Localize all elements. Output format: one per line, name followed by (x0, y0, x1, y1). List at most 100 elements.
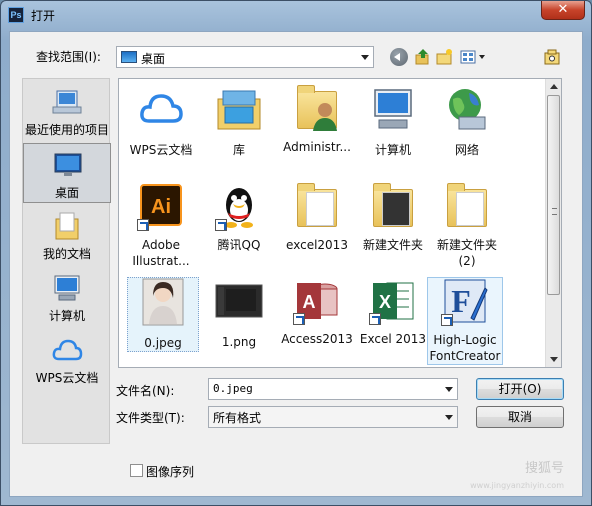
image-sequence-checkbox[interactable] (130, 464, 143, 477)
file-item[interactable]: 计算机 (355, 85, 431, 158)
file-label: 新建文件夹 (362, 238, 423, 252)
file-label: 0.jpeg (144, 336, 182, 350)
file-label: Administr... (283, 140, 351, 154)
place-desktop[interactable]: 桌面 (23, 143, 111, 203)
places-bar: 最近使用的项目 桌面 我的文档 计算机 WPS云文档 (22, 78, 111, 444)
filename-value: 0.jpeg (213, 382, 253, 395)
place-label: 桌面 (54, 186, 79, 200)
place-recent[interactable]: 最近使用的项目 (23, 81, 111, 141)
file-label: 计算机 (374, 143, 411, 157)
desktop-icon (121, 51, 137, 63)
cancel-button[interactable]: 取消 (476, 406, 564, 428)
illustrator-icon: Ai (137, 183, 185, 231)
file-item[interactable]: A Access2013 (279, 277, 355, 347)
file-label: 库 (232, 143, 245, 157)
selection-options-icon[interactable] (543, 48, 561, 66)
svg-text:Ai: Ai (151, 196, 171, 218)
window-title: 打开 (31, 9, 56, 23)
chevron-down-icon (361, 55, 369, 60)
qq-icon (215, 183, 263, 231)
dialog-body: 查找范围(I): 桌面 最近使用的项目 桌面 我的文档 计算机 WPS云文档 W… (9, 31, 583, 497)
file-item[interactable]: X Excel 2013 (355, 277, 431, 347)
scrollbar-thumb[interactable] (547, 95, 560, 295)
folder-icon (443, 183, 491, 231)
fontcreator-icon: F (441, 278, 489, 326)
shortcut-arrow-icon (215, 219, 227, 231)
shortcut-arrow-icon (441, 314, 453, 326)
chevron-down-icon[interactable] (445, 387, 453, 392)
file-label: 新建文件夹 (436, 238, 497, 252)
scroll-up-icon[interactable] (550, 84, 558, 89)
file-label: Excel 2013 (359, 332, 427, 346)
new-folder-icon[interactable] (436, 48, 454, 66)
file-list[interactable]: WPS云文档 库 Administr... 计算机 网络 Ai Adobe Il… (118, 78, 562, 368)
desktop-icon (54, 153, 82, 176)
file-item[interactable]: excel2013 (279, 183, 355, 253)
image-thumbnail-icon (215, 284, 263, 318)
user-folder-icon (293, 85, 341, 133)
place-wps-cloud[interactable]: WPS云文档 (23, 329, 111, 389)
library-icon (217, 90, 261, 130)
file-item-hover[interactable]: F High-Logic FontCreator (427, 277, 503, 365)
vertical-scrollbar[interactable] (545, 79, 561, 367)
file-label: excel2013 (286, 238, 348, 252)
title-bar[interactable]: Ps 打开 ✕ (1, 1, 591, 29)
svg-text:X: X (379, 292, 391, 312)
look-in-combo[interactable]: 桌面 (116, 46, 374, 68)
folder-icon (369, 183, 417, 231)
file-label: High-Logic (433, 333, 497, 347)
filename-input[interactable]: 0.jpeg (208, 378, 458, 400)
svg-text:A: A (303, 292, 316, 312)
photoshop-app-icon: Ps (8, 7, 24, 23)
wps-cloud-icon (52, 339, 83, 361)
file-item[interactable]: Administr... (279, 85, 355, 155)
computer-icon (374, 89, 412, 129)
place-label: 最近使用的项目 (24, 123, 109, 137)
file-label-line2: (2) (458, 254, 476, 268)
file-item[interactable]: 新建文件夹 (355, 183, 431, 253)
file-item[interactable]: 腾讯QQ (201, 183, 277, 253)
place-computer[interactable]: 计算机 (23, 267, 111, 327)
chevron-down-icon[interactable] (445, 415, 453, 420)
documents-icon (55, 212, 79, 240)
folder-icon (293, 183, 341, 231)
filename-label: 文件名(N): (116, 384, 175, 398)
file-item[interactable]: WPS云文档 (123, 85, 199, 158)
network-icon (449, 89, 486, 130)
filetype-select[interactable]: 所有格式 (208, 406, 458, 428)
file-item[interactable]: Ai Adobe Illustrat... (123, 183, 199, 269)
excel-icon: X (369, 277, 417, 325)
place-label: WPS云文档 (35, 371, 99, 385)
watermark-url: www.jingyanzhiyin.com (470, 481, 564, 490)
file-item[interactable]: 1.png (201, 277, 277, 350)
recent-icon (52, 90, 82, 114)
place-documents[interactable]: 我的文档 (23, 205, 111, 265)
file-label: 网络 (454, 143, 479, 157)
computer-icon (54, 275, 80, 301)
back-icon[interactable] (390, 48, 408, 66)
filetype-value: 所有格式 (213, 411, 262, 425)
file-label: WPS云文档 (129, 143, 193, 157)
file-label: 腾讯QQ (217, 238, 261, 252)
look-in-label: 查找范围(I): (36, 50, 101, 64)
svg-text:F: F (451, 283, 471, 319)
file-item[interactable]: 网络 (429, 85, 505, 158)
views-menu-icon[interactable] (460, 48, 488, 66)
up-folder-icon[interactable] (414, 48, 432, 66)
scroll-down-icon[interactable] (550, 357, 558, 362)
open-button[interactable]: 打开(O) (476, 378, 564, 400)
file-item[interactable]: 新建文件夹 (2) (429, 183, 505, 269)
shortcut-arrow-icon (293, 313, 305, 325)
shortcut-arrow-icon (137, 219, 149, 231)
close-button[interactable]: ✕ (541, 1, 585, 20)
file-item[interactable]: 库 (201, 85, 277, 158)
file-label-line2: FontCreator (429, 349, 501, 363)
image-thumbnail-icon (142, 278, 184, 326)
file-label: 1.png (221, 335, 257, 349)
file-item-selected[interactable]: 0.jpeg (127, 277, 199, 352)
look-in-value: 桌面 (141, 52, 166, 66)
access-icon: A (293, 277, 341, 325)
file-label: Adobe (142, 238, 180, 252)
open-dialog: Ps 打开 ✕ 查找范围(I): 桌面 最近使用的项目 桌面 我的文档 计算机 … (0, 0, 592, 506)
watermark: 搜狐号 (524, 461, 564, 476)
